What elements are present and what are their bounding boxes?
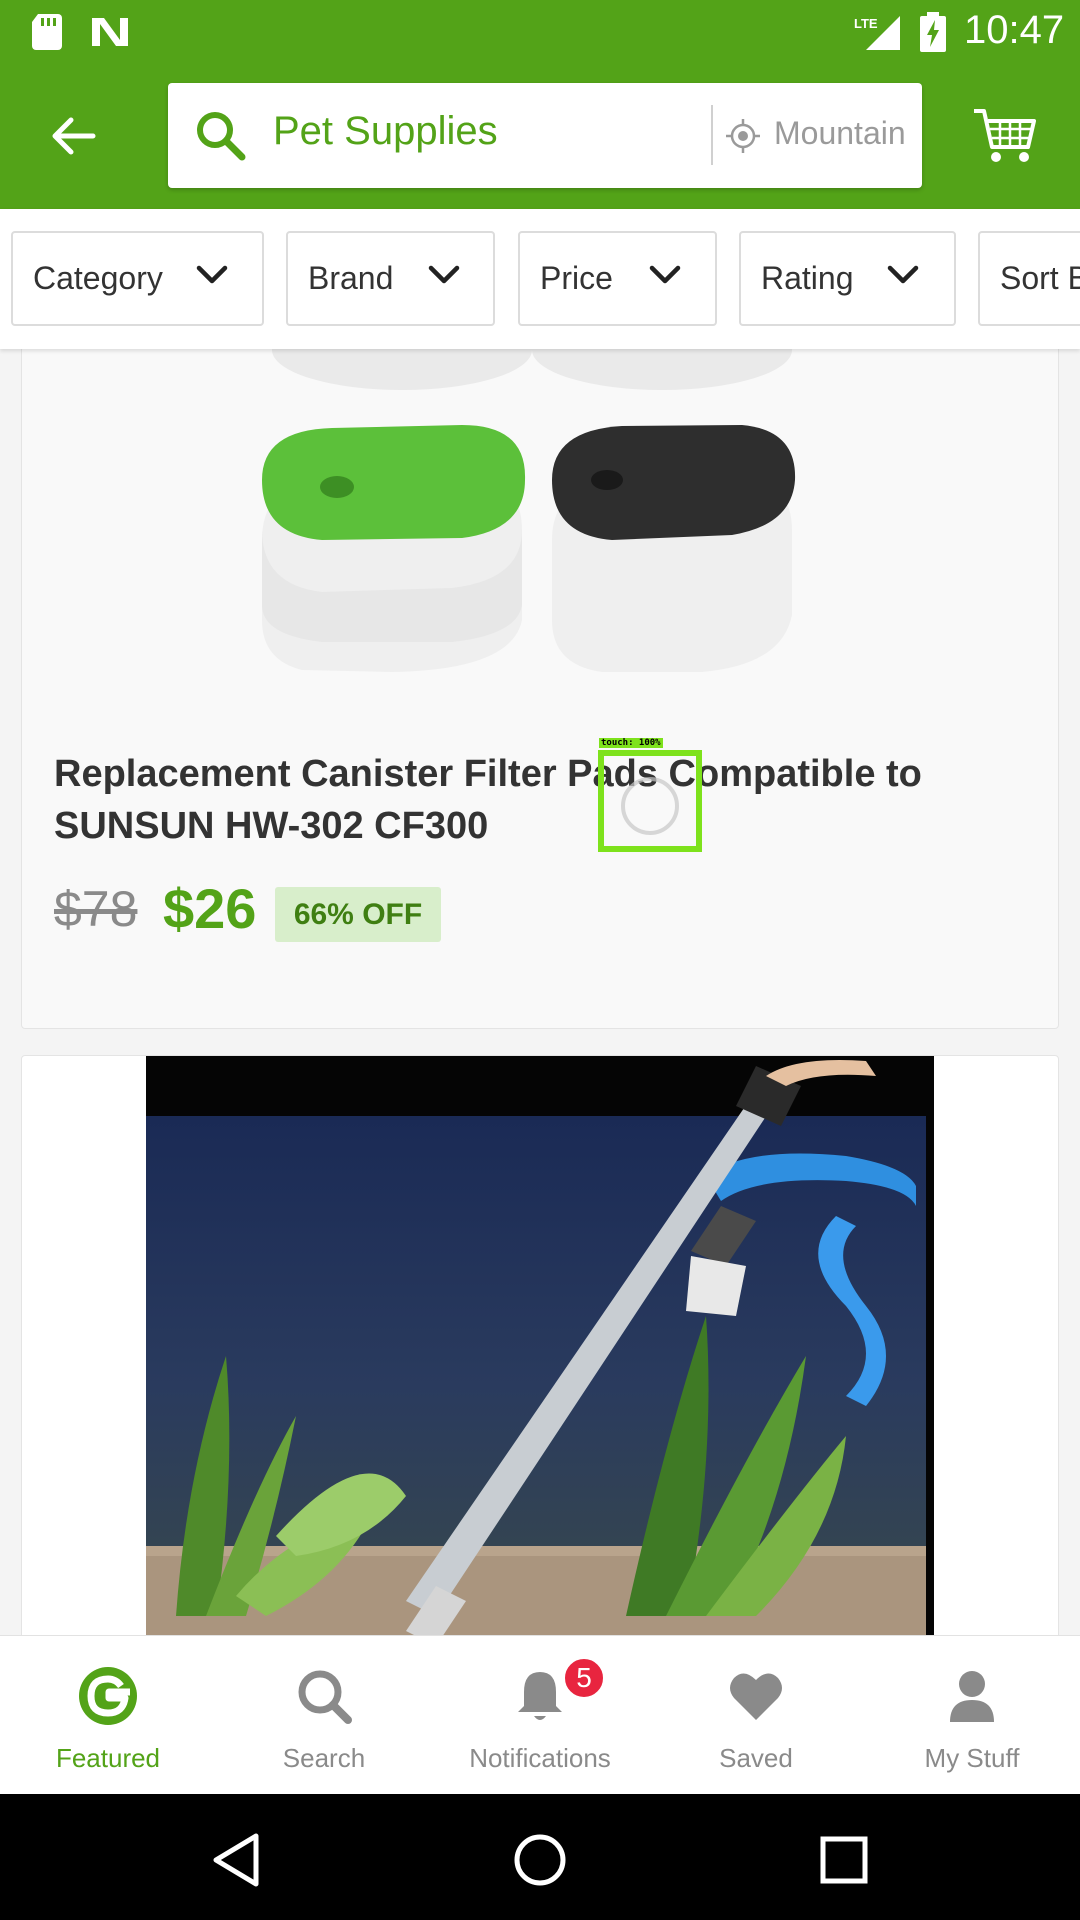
sale-price: $26 xyxy=(163,877,257,940)
nav-saved[interactable]: Saved xyxy=(648,1636,864,1795)
nav-search[interactable]: Search xyxy=(216,1636,432,1795)
status-clock: 10:47 xyxy=(964,8,1065,52)
home-circle-icon[interactable] xyxy=(510,1830,570,1890)
bottom-navigation: Featured Search 5 Notifications Saved My… xyxy=(0,1635,1080,1794)
search-bar[interactable]: Pet Supplies Mountain xyxy=(168,83,922,188)
chevron-down-icon xyxy=(649,265,681,284)
discount-badge: 66% OFF xyxy=(275,887,441,942)
product-image-aquarium-vacuum xyxy=(146,1056,934,1635)
filter-price[interactable]: Price xyxy=(518,231,717,326)
svg-text:LTE: LTE xyxy=(854,16,878,31)
notification-badge: 5 xyxy=(562,1656,606,1700)
product-card[interactable]: Replacement Canister Filter Pads Compati… xyxy=(21,349,1059,1029)
sd-card-icon xyxy=(32,14,62,50)
product-feed[interactable]: Replacement Canister Filter Pads Compati… xyxy=(0,349,1080,1635)
lte-signal-icon: LTE xyxy=(854,16,900,50)
nav-label: Saved xyxy=(719,1743,793,1773)
nav-my-stuff[interactable]: My Stuff xyxy=(864,1636,1080,1795)
person-icon xyxy=(950,1671,994,1722)
chevron-down-icon xyxy=(887,265,919,284)
product-card[interactable] xyxy=(21,1055,1059,1635)
chevron-down-icon xyxy=(428,265,460,284)
filter-brand[interactable]: Brand xyxy=(286,231,495,326)
nav-label: Search xyxy=(282,1743,366,1773)
touch-ripple xyxy=(621,777,679,835)
touch-indicator-label: touch: 100% xyxy=(599,738,663,748)
search-query[interactable]: Pet Supplies xyxy=(273,109,498,154)
status-bar: LTE 10:47 xyxy=(0,0,1080,63)
location-icon xyxy=(726,119,760,153)
nav-label: Notifications xyxy=(469,1743,611,1773)
battery-charging-icon xyxy=(920,12,946,52)
search-divider xyxy=(711,105,713,165)
product-title[interactable]: Replacement Canister Filter Pads Compati… xyxy=(54,748,1034,852)
heart-icon xyxy=(730,1673,782,1720)
back-button[interactable] xyxy=(40,103,106,169)
filter-sort-by[interactable]: Sort By xyxy=(978,231,1080,326)
filter-label: Price xyxy=(540,260,613,296)
filter-label: Rating xyxy=(761,260,854,296)
nav-label: My Stuff xyxy=(924,1743,1020,1773)
n-logo-icon xyxy=(92,18,128,46)
back-triangle-icon[interactable] xyxy=(206,1830,266,1890)
filter-rating[interactable]: Rating xyxy=(739,231,956,326)
search-icon xyxy=(197,112,246,161)
groupon-g-icon xyxy=(79,1667,137,1725)
filter-bar: Category Brand Price Rating Sort By xyxy=(0,209,1080,349)
nav-label: Featured xyxy=(55,1743,161,1773)
product-image-filter-pads xyxy=(262,349,796,672)
recents-square-icon[interactable] xyxy=(814,1830,874,1890)
filter-category[interactable]: Category xyxy=(11,231,264,326)
location-field[interactable]: Mountain xyxy=(774,115,910,152)
bell-icon xyxy=(518,1672,562,1720)
system-navigation-bar xyxy=(0,1794,1080,1920)
cart-button[interactable] xyxy=(970,101,1040,171)
original-price: $78 xyxy=(54,881,138,937)
chevron-down-icon xyxy=(196,265,228,284)
nav-featured[interactable]: Featured xyxy=(0,1636,216,1795)
nav-notifications[interactable]: 5 Notifications xyxy=(432,1636,648,1795)
app-bar: Pet Supplies Mountain xyxy=(0,63,1080,209)
filter-label: Category xyxy=(33,260,163,296)
back-arrow-icon xyxy=(52,117,96,155)
filter-label: Brand xyxy=(308,260,394,296)
filter-label: Sort By xyxy=(1000,260,1080,296)
search-icon xyxy=(298,1670,352,1724)
cart-icon xyxy=(974,109,1036,162)
